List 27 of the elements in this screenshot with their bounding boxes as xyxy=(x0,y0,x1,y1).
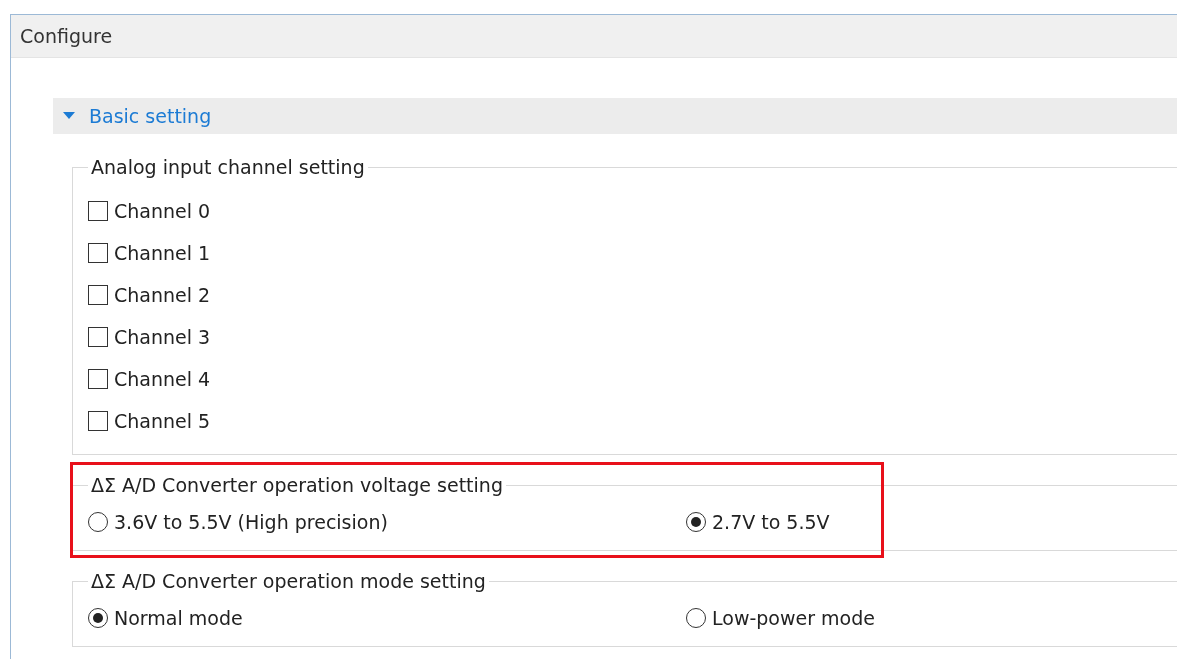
group-title: ΔΣ A/D Converter operation mode setting xyxy=(90,570,487,592)
group-title: Analog input channel setting xyxy=(90,156,366,178)
checkbox[interactable] xyxy=(88,243,108,263)
radio-label[interactable]: Low-power mode xyxy=(712,607,875,629)
window-title: Configure xyxy=(11,15,1177,58)
radio-label[interactable]: Normal mode xyxy=(114,607,243,629)
radio-button[interactable] xyxy=(88,608,108,628)
checkbox-label[interactable]: Channel 2 xyxy=(114,284,211,306)
checkbox-label[interactable]: Channel 4 xyxy=(114,368,211,390)
group-title: ΔΣ A/D Converter operation voltage setting xyxy=(90,474,504,496)
radio-button[interactable] xyxy=(88,512,108,532)
caret-icon xyxy=(63,112,75,120)
checkbox[interactable] xyxy=(88,285,108,305)
section-title: Basic setting xyxy=(89,105,212,127)
checkbox[interactable] xyxy=(88,201,108,221)
checkbox-label[interactable]: Channel 1 xyxy=(114,242,211,264)
radio-label[interactable]: 2.7V to 5.5V xyxy=(712,511,830,533)
section-header[interactable]: Basic setting xyxy=(53,98,1177,134)
radio-button[interactable] xyxy=(686,608,706,628)
radio-label[interactable]: 3.6V to 5.5V (High precision) xyxy=(114,511,388,533)
checkbox[interactable] xyxy=(88,411,108,431)
checkbox[interactable] xyxy=(88,327,108,347)
radio-button[interactable] xyxy=(686,512,706,532)
checkbox-label[interactable]: Channel 3 xyxy=(114,326,211,348)
checkbox[interactable] xyxy=(88,369,108,389)
checkbox-label[interactable]: Channel 5 xyxy=(114,410,211,432)
checkbox-label[interactable]: Channel 0 xyxy=(114,200,211,222)
